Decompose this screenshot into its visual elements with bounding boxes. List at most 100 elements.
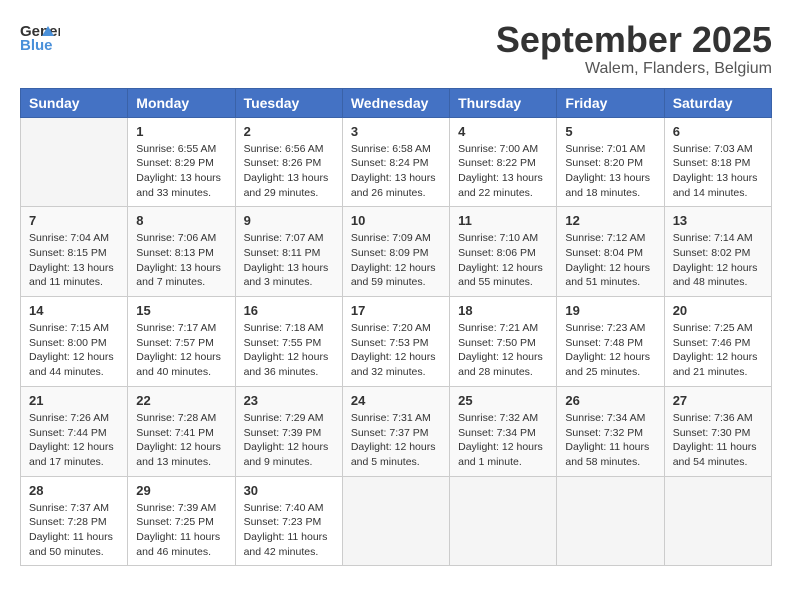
day-info: Sunrise: 7:23 AM Sunset: 7:48 PM Dayligh… <box>565 321 655 380</box>
calendar-cell <box>557 476 664 566</box>
calendar-cell: 4Sunrise: 7:00 AM Sunset: 8:22 PM Daylig… <box>450 117 557 207</box>
day-number: 1 <box>136 124 226 139</box>
calendar-cell: 27Sunrise: 7:36 AM Sunset: 7:30 PM Dayli… <box>664 386 771 476</box>
day-number: 12 <box>565 213 655 228</box>
day-number: 2 <box>244 124 334 139</box>
day-info: Sunrise: 7:28 AM Sunset: 7:41 PM Dayligh… <box>136 411 226 470</box>
weekday-header-thursday: Thursday <box>450 88 557 117</box>
calendar-cell: 7 Sunrise: 7:04 AM Sunset: 8:15 PM Daylig… <box>21 207 128 297</box>
calendar-cell: 6 Sunrise: 7:03 AM Sunset: 8:18 PM Daylig… <box>664 117 771 207</box>
day-info: Sunrise: 7:18 AM Sunset: 7:55 PM Dayligh… <box>244 321 334 380</box>
day-number: 16 <box>244 303 334 318</box>
day-number: 25 <box>458 393 548 408</box>
calendar-cell: 25 Sunrise: 7:32 AM Sunset: 7:34 PM Dayli… <box>450 386 557 476</box>
day-info: Sunrise: 7:37 AM Sunset: 7:28 PM Dayligh… <box>29 501 119 560</box>
day-info: Sunrise: 7:04 AM Sunset: 8:15 PM Dayligh… <box>29 231 119 290</box>
calendar-cell <box>21 117 128 207</box>
day-info: Sunrise: 7:15 AM Sunset: 8:00 PM Dayligh… <box>29 321 119 380</box>
day-info: Sunrise: 7:26 AM Sunset: 7:44 PM Dayligh… <box>29 411 119 470</box>
calendar-cell: 9 Sunrise: 7:07 AM Sunset: 8:11 PM Daylig… <box>235 207 342 297</box>
day-number: 19 <box>565 303 655 318</box>
calendar-cell: 17 Sunrise: 7:20 AM Sunset: 7:53 PM Dayli… <box>342 297 449 387</box>
header: General Blue September 2025 Walem, Fland… <box>20 20 772 78</box>
calendar-cell: 26 Sunrise: 7:34 AM Sunset: 7:32 PM Dayli… <box>557 386 664 476</box>
calendar-cell: 5Sunrise: 7:01 AM Sunset: 8:20 PM Daylig… <box>557 117 664 207</box>
day-info: Sunrise: 7:32 AM Sunset: 7:34 PM Dayligh… <box>458 411 548 470</box>
weekday-header-row: SundayMondayTuesdayWednesdayThursdayFrid… <box>21 88 772 117</box>
calendar-cell: 16 Sunrise: 7:18 AM Sunset: 7:55 PM Dayli… <box>235 297 342 387</box>
calendar-cell: 14 Sunrise: 7:15 AM Sunset: 8:00 PM Dayli… <box>21 297 128 387</box>
calendar-cell: 22 Sunrise: 7:28 AM Sunset: 7:41 PM Dayli… <box>128 386 235 476</box>
day-number: 4 <box>458 124 548 139</box>
calendar-cell: 20 Sunrise: 7:25 AM Sunset: 7:46 PM Dayli… <box>664 297 771 387</box>
week-row-4: 21 Sunrise: 7:26 AM Sunset: 7:44 PM Dayli… <box>21 386 772 476</box>
day-info: Sunrise: 7:09 AM Sunset: 8:09 PM Dayligh… <box>351 231 441 290</box>
calendar-cell: 1 Sunrise: 6:55 AM Sunset: 8:29 PM Daylig… <box>128 117 235 207</box>
day-number: 21 <box>29 393 119 408</box>
calendar-cell: 28Sunrise: 7:37 AM Sunset: 7:28 PM Dayli… <box>21 476 128 566</box>
calendar-cell: 21 Sunrise: 7:26 AM Sunset: 7:44 PM Dayli… <box>21 386 128 476</box>
calendar-cell <box>450 476 557 566</box>
day-info: Sunrise: 7:25 AM Sunset: 7:46 PM Dayligh… <box>673 321 763 380</box>
day-number: 26 <box>565 393 655 408</box>
day-info: Sunrise: 7:20 AM Sunset: 7:53 PM Dayligh… <box>351 321 441 380</box>
day-info: Sunrise: 6:55 AM Sunset: 8:29 PM Dayligh… <box>136 142 226 201</box>
week-row-2: 7 Sunrise: 7:04 AM Sunset: 8:15 PM Daylig… <box>21 207 772 297</box>
day-number: 3 <box>351 124 441 139</box>
day-number: 18 <box>458 303 548 318</box>
day-info: Sunrise: 7:17 AM Sunset: 7:57 PM Dayligh… <box>136 321 226 380</box>
calendar-cell: 13 Sunrise: 7:14 AM Sunset: 8:02 PM Dayli… <box>664 207 771 297</box>
day-info: Sunrise: 7:36 AM Sunset: 7:30 PM Dayligh… <box>673 411 763 470</box>
day-number: 17 <box>351 303 441 318</box>
day-info: Sunrise: 7:29 AM Sunset: 7:39 PM Dayligh… <box>244 411 334 470</box>
day-info: Sunrise: 7:21 AM Sunset: 7:50 PM Dayligh… <box>458 321 548 380</box>
day-info: Sunrise: 7:40 AM Sunset: 7:23 PM Dayligh… <box>244 501 334 560</box>
week-row-5: 28Sunrise: 7:37 AM Sunset: 7:28 PM Dayli… <box>21 476 772 566</box>
svg-text:Blue: Blue <box>20 37 53 54</box>
day-number: 8 <box>136 213 226 228</box>
day-number: 22 <box>136 393 226 408</box>
day-info: Sunrise: 7:34 AM Sunset: 7:32 PM Dayligh… <box>565 411 655 470</box>
day-info: Sunrise: 6:58 AM Sunset: 8:24 PM Dayligh… <box>351 142 441 201</box>
day-info: Sunrise: 7:01 AM Sunset: 8:20 PM Dayligh… <box>565 142 655 201</box>
day-info: Sunrise: 7:31 AM Sunset: 7:37 PM Dayligh… <box>351 411 441 470</box>
title-section: September 2025 Walem, Flanders, Belgium <box>496 20 772 78</box>
day-info: Sunrise: 6:56 AM Sunset: 8:26 PM Dayligh… <box>244 142 334 201</box>
calendar-cell <box>664 476 771 566</box>
day-number: 11 <box>458 213 548 228</box>
calendar-cell: 30 Sunrise: 7:40 AM Sunset: 7:23 PM Dayli… <box>235 476 342 566</box>
day-number: 23 <box>244 393 334 408</box>
calendar-cell: 12 Sunrise: 7:12 AM Sunset: 8:04 PM Dayli… <box>557 207 664 297</box>
calendar-cell: 15 Sunrise: 7:17 AM Sunset: 7:57 PM Dayli… <box>128 297 235 387</box>
weekday-header-wednesday: Wednesday <box>342 88 449 117</box>
day-number: 20 <box>673 303 763 318</box>
day-number: 7 <box>29 213 119 228</box>
day-info: Sunrise: 7:39 AM Sunset: 7:25 PM Dayligh… <box>136 501 226 560</box>
weekday-header-sunday: Sunday <box>21 88 128 117</box>
day-number: 24 <box>351 393 441 408</box>
day-info: Sunrise: 7:14 AM Sunset: 8:02 PM Dayligh… <box>673 231 763 290</box>
calendar-cell: 29 Sunrise: 7:39 AM Sunset: 7:25 PM Dayli… <box>128 476 235 566</box>
day-number: 30 <box>244 483 334 498</box>
calendar: SundayMondayTuesdayWednesdayThursdayFrid… <box>20 88 772 567</box>
calendar-cell: 2 Sunrise: 6:56 AM Sunset: 8:26 PM Daylig… <box>235 117 342 207</box>
day-number: 6 <box>673 124 763 139</box>
calendar-cell: 23 Sunrise: 7:29 AM Sunset: 7:39 PM Dayli… <box>235 386 342 476</box>
day-number: 9 <box>244 213 334 228</box>
calendar-cell: 18 Sunrise: 7:21 AM Sunset: 7:50 PM Dayli… <box>450 297 557 387</box>
day-number: 15 <box>136 303 226 318</box>
month-title: September 2025 <box>496 20 772 60</box>
calendar-cell: 11Sunrise: 7:10 AM Sunset: 8:06 PM Dayli… <box>450 207 557 297</box>
day-info: Sunrise: 7:12 AM Sunset: 8:04 PM Dayligh… <box>565 231 655 290</box>
day-number: 14 <box>29 303 119 318</box>
calendar-cell: 10Sunrise: 7:09 AM Sunset: 8:09 PM Dayli… <box>342 207 449 297</box>
day-info: Sunrise: 7:07 AM Sunset: 8:11 PM Dayligh… <box>244 231 334 290</box>
day-info: Sunrise: 7:06 AM Sunset: 8:13 PM Dayligh… <box>136 231 226 290</box>
day-number: 29 <box>136 483 226 498</box>
location-title: Walem, Flanders, Belgium <box>496 60 772 78</box>
calendar-cell: 19 Sunrise: 7:23 AM Sunset: 7:48 PM Dayli… <box>557 297 664 387</box>
day-number: 13 <box>673 213 763 228</box>
day-info: Sunrise: 7:03 AM Sunset: 8:18 PM Dayligh… <box>673 142 763 201</box>
calendar-cell: 8 Sunrise: 7:06 AM Sunset: 8:13 PM Daylig… <box>128 207 235 297</box>
calendar-cell: 3 Sunrise: 6:58 AM Sunset: 8:24 PM Daylig… <box>342 117 449 207</box>
